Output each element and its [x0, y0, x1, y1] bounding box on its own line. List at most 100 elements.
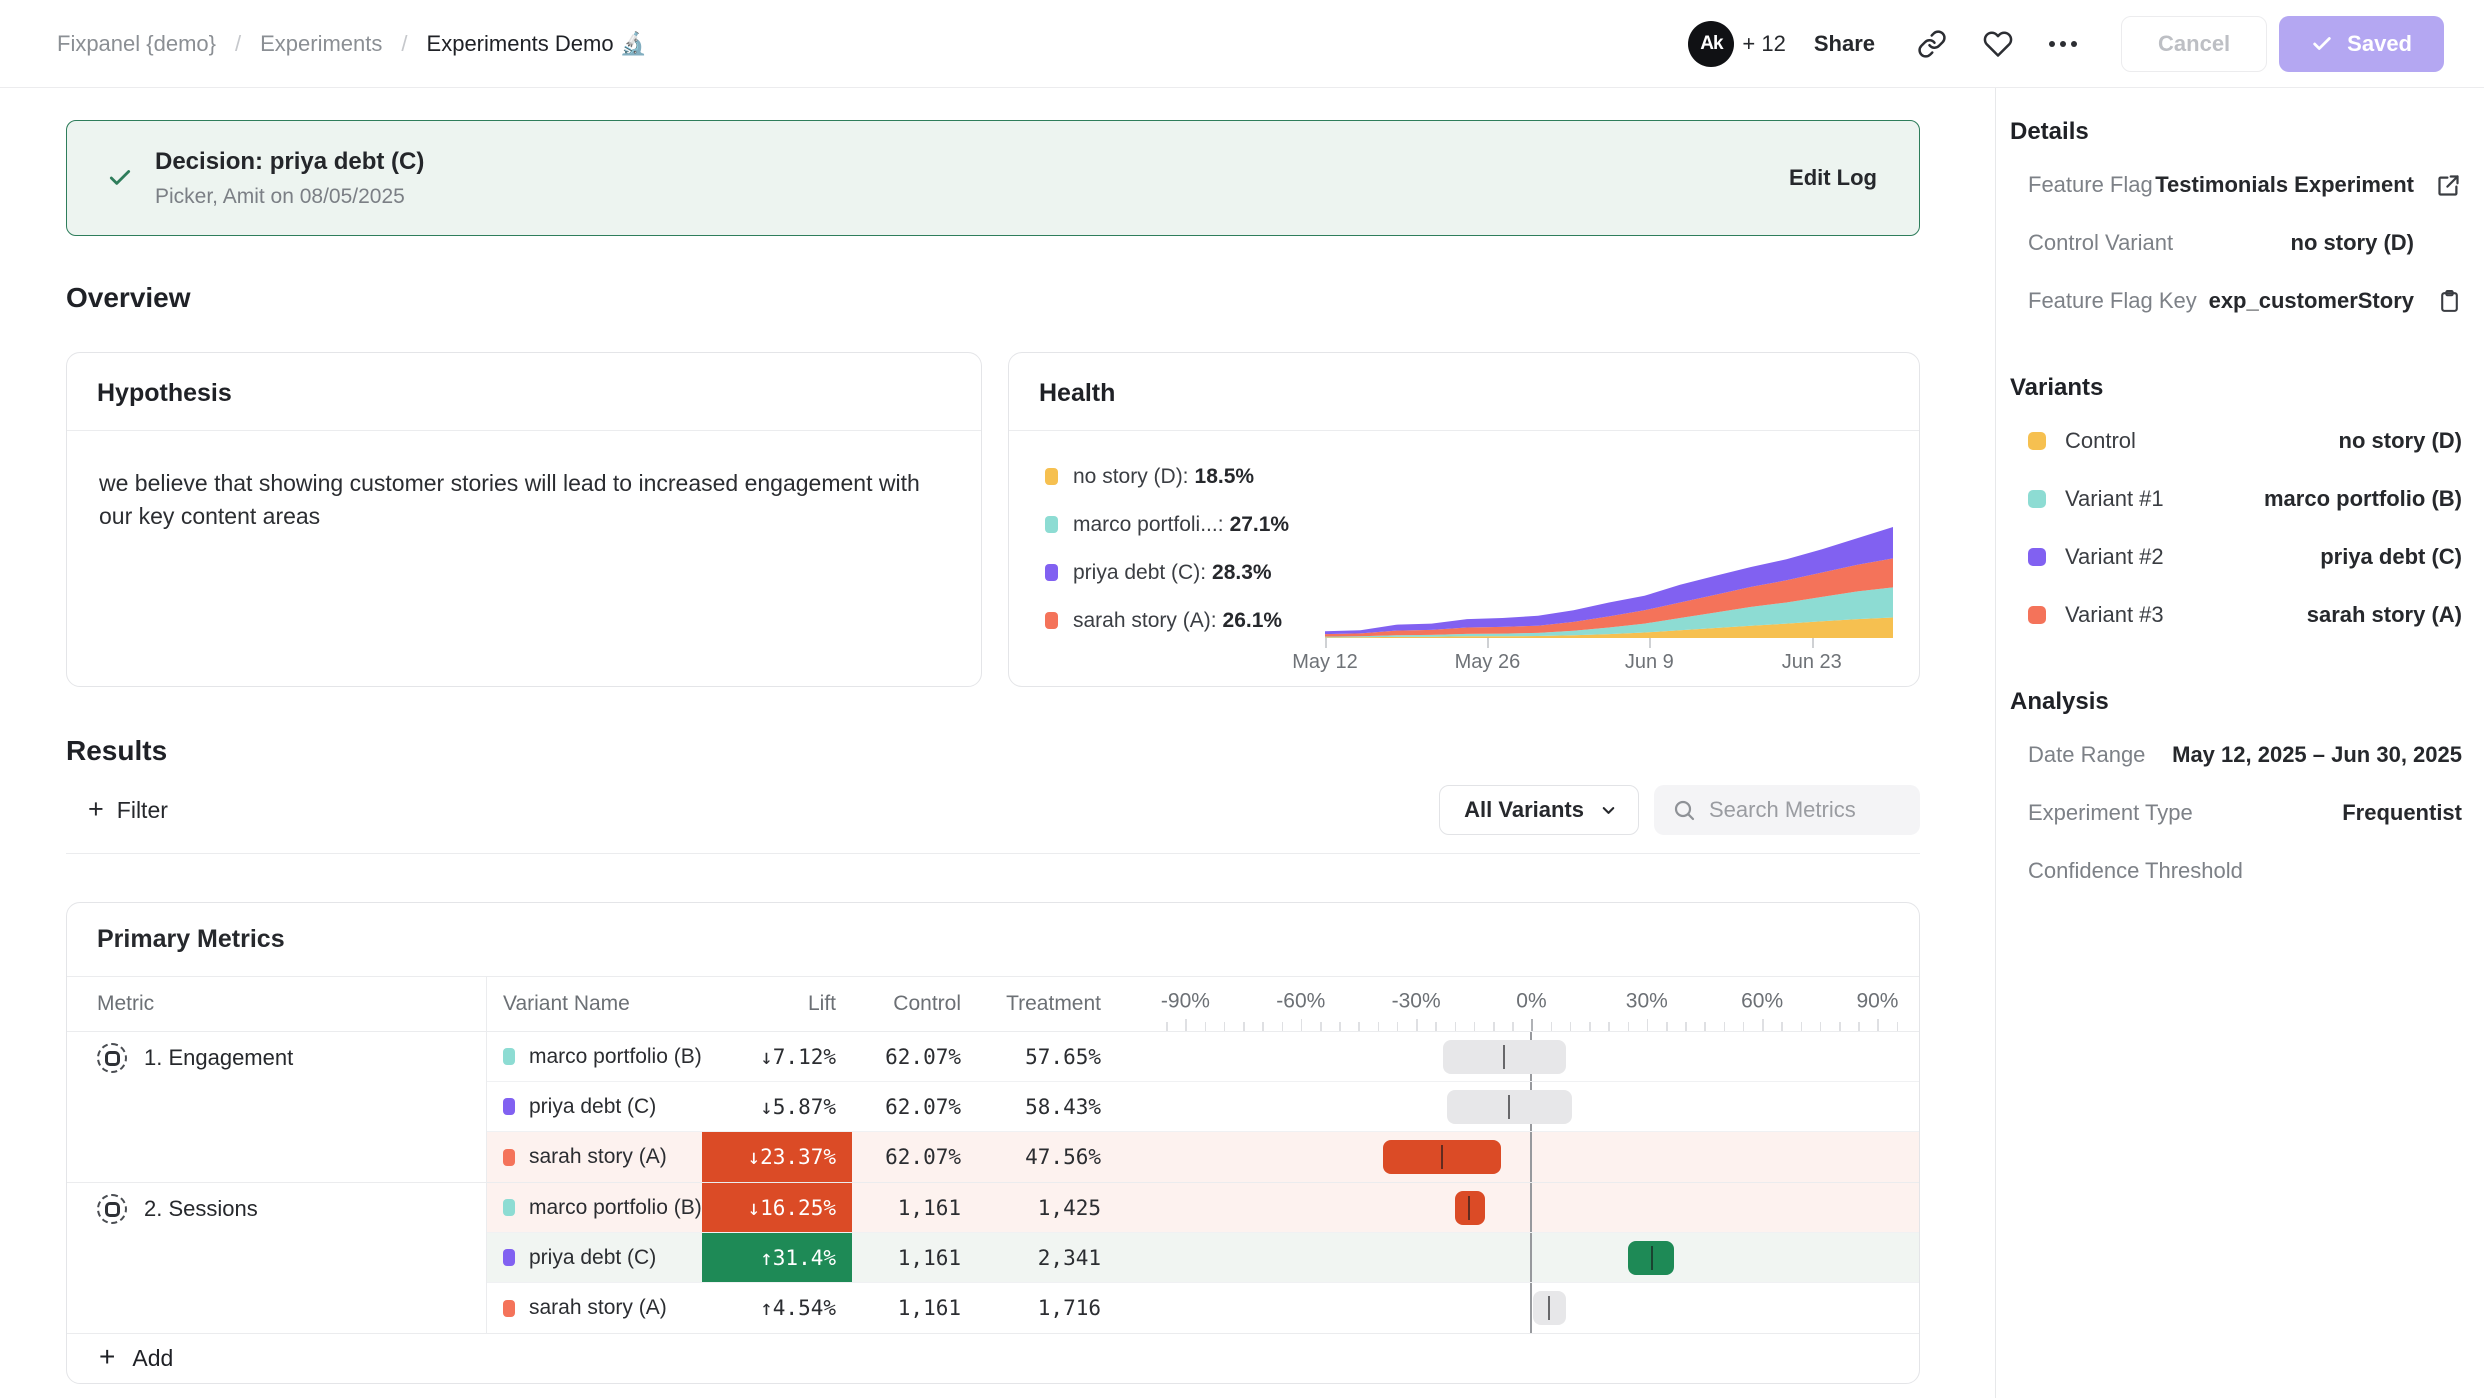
variant-cell: marco portfolio (B): [487, 1045, 702, 1069]
table-row[interactable]: priya debt (C)↓5.87%62.07%58.43%: [487, 1082, 1919, 1132]
results-heading: Results: [66, 735, 1920, 767]
interval-mid-tick: [1468, 1196, 1470, 1220]
axis-tick: [1724, 1022, 1726, 1031]
detail-label: Control Variant: [2028, 230, 2291, 256]
external-link-icon[interactable]: [2414, 172, 2462, 199]
legend-swatch: [1045, 516, 1058, 533]
breadcrumb-item[interactable]: Experiments Demo 🔬: [427, 31, 648, 57]
favorite-button[interactable]: [1983, 29, 2013, 59]
legend-swatch: [1045, 468, 1058, 485]
primary-metrics-card: Primary Metrics Metric Variant Name Lift…: [66, 902, 1920, 1384]
avatar[interactable]: Ak: [1688, 21, 1734, 67]
axis-tick: [1820, 1022, 1822, 1031]
treatment-value: 1,425: [977, 1196, 1117, 1220]
edit-log-button[interactable]: Edit Log: [1789, 165, 1877, 191]
axis-tick: [1435, 1022, 1437, 1031]
table-row[interactable]: marco portfolio (B)↓16.25%1,1611,425: [487, 1183, 1919, 1233]
health-axis: May 12May 26Jun 9Jun 23: [1325, 638, 1893, 674]
axis-tick: [1858, 1022, 1860, 1031]
health-title: Health: [1009, 353, 1919, 431]
axis-label: 60%: [1741, 990, 1783, 1014]
axis-tick: [1455, 1022, 1457, 1031]
decision-title: Decision: priya debt (C): [155, 148, 1789, 176]
legend-item: no story (D):18.5%: [1045, 463, 1325, 490]
interval-mid-tick: [1508, 1095, 1510, 1119]
breadcrumb: Fixpanel {demo}/Experiments/Experiments …: [57, 31, 647, 57]
health-stacked-area-chart: [1325, 520, 1893, 638]
variants-heading: Variants: [2010, 374, 2462, 402]
variant-name: priya debt (C): [529, 1095, 656, 1119]
add-filter-button[interactable]: + Filter: [88, 796, 168, 825]
table-row[interactable]: marco portfolio (B)↓7.12%62.07%57.65%: [487, 1032, 1919, 1082]
zero-line: [1530, 1183, 1532, 1232]
analysis-value: Frequentist: [2342, 800, 2462, 826]
cancel-button[interactable]: Cancel: [2121, 16, 2267, 72]
interval-chart-cell: [1147, 1032, 1919, 1081]
avatar-overflow-count[interactable]: + 12: [1742, 31, 1785, 57]
metric-cell[interactable]: 2. Sessions: [67, 1183, 487, 1333]
variant-chip: [2028, 548, 2046, 566]
interval-chart-cell: [1147, 1082, 1919, 1131]
copy-link-button[interactable]: [1917, 29, 1947, 59]
clipboard-icon[interactable]: [2414, 288, 2462, 315]
axis-tick: [1301, 1019, 1303, 1031]
variant-cell: sarah story (A): [487, 1145, 702, 1169]
table-row[interactable]: priya debt (C)↑31.4%1,1612,341: [487, 1233, 1919, 1283]
metric-cell[interactable]: 1. Engagement: [67, 1032, 487, 1182]
breadcrumb-item[interactable]: Experiments: [260, 31, 382, 57]
control-value: 1,161: [852, 1196, 977, 1220]
table-row[interactable]: sarah story (A)↓23.37%62.07%47.56%: [487, 1132, 1919, 1182]
saved-button[interactable]: Saved: [2279, 16, 2444, 72]
variants-section: Variants Controlno story (D)Variant #1ma…: [2010, 374, 2462, 644]
results-toolbar: + Filter All Variants: [66, 785, 1920, 835]
breadcrumb-item[interactable]: Fixpanel {demo}: [57, 31, 216, 57]
metrics-table-header: Metric Variant Name Lift Control Treatme…: [67, 977, 1919, 1032]
treatment-value: 58.43%: [977, 1095, 1117, 1119]
variant-value: marco portfolio (B): [2264, 486, 2462, 512]
share-button[interactable]: Share: [1814, 31, 1875, 57]
control-value: 62.07%: [852, 1045, 977, 1069]
treatment-value: 57.65%: [977, 1045, 1117, 1069]
axis-tick: [1589, 1022, 1591, 1031]
x-axis-label: May 26: [1455, 651, 1521, 674]
variant-label: Variant #2: [2065, 544, 2320, 570]
interval-axis: -90%-60%-30%0%30%60%90%: [1147, 977, 1919, 1031]
variant-filter-label: All Variants: [1464, 797, 1584, 823]
variant-cell: marco portfolio (B): [487, 1196, 702, 1220]
interval-chart-cell: [1147, 1183, 1919, 1232]
more-options-button[interactable]: [2049, 41, 2077, 47]
treatment-value: 47.56%: [977, 1145, 1117, 1169]
axis-label: -90%: [1161, 990, 1210, 1014]
health-card: Health no story (D):18.5%marco portfoli.…: [1008, 352, 1920, 687]
control-value: 62.07%: [852, 1095, 977, 1119]
axis-tick: [1493, 1022, 1495, 1031]
search-input[interactable]: [1709, 797, 1902, 823]
topbar: Fixpanel {demo}/Experiments/Experiments …: [0, 0, 2484, 88]
link-icon: [1917, 29, 1947, 59]
analysis-heading: Analysis: [2010, 688, 2462, 716]
axis-tick: [1224, 1022, 1226, 1031]
metric-group: 1. Engagementmarco portfolio (B)↓7.12%62…: [67, 1032, 1919, 1182]
plus-icon: +: [88, 794, 104, 825]
detail-row: Feature FlagTestimonials Experiment: [2010, 156, 2462, 214]
axis-tick: [1358, 1022, 1360, 1031]
metric-rows: marco portfolio (B)↓16.25%1,1611,425priy…: [487, 1183, 1919, 1333]
legend-value: 26.1%: [1223, 609, 1283, 633]
add-metric-button[interactable]: + Add: [67, 1333, 1919, 1383]
axis-label: 90%: [1856, 990, 1898, 1014]
variant-filter-dropdown[interactable]: All Variants: [1439, 785, 1639, 835]
overview-cards: Hypothesis we believe that showing custo…: [66, 352, 1920, 687]
variant-value: no story (D): [2339, 428, 2462, 454]
variant-chip: [503, 1199, 515, 1216]
results-toolbar-right: All Variants: [1439, 785, 1920, 835]
variants-rows: Controlno story (D)Variant #1marco portf…: [2010, 412, 2462, 644]
interval-mid-tick: [1503, 1045, 1505, 1069]
right-sidebar: Details Feature FlagTestimonials Experim…: [1995, 88, 2484, 1398]
details-section: Details Feature FlagTestimonials Experim…: [2010, 118, 2462, 330]
axis-tick: [1166, 1022, 1168, 1031]
table-row[interactable]: sarah story (A)↑4.54%1,1611,716: [487, 1283, 1919, 1333]
variant-chip: [503, 1048, 515, 1065]
search-icon: [1672, 798, 1696, 822]
axis-tick: [1282, 1022, 1284, 1031]
axis-tick: [1897, 1022, 1899, 1031]
